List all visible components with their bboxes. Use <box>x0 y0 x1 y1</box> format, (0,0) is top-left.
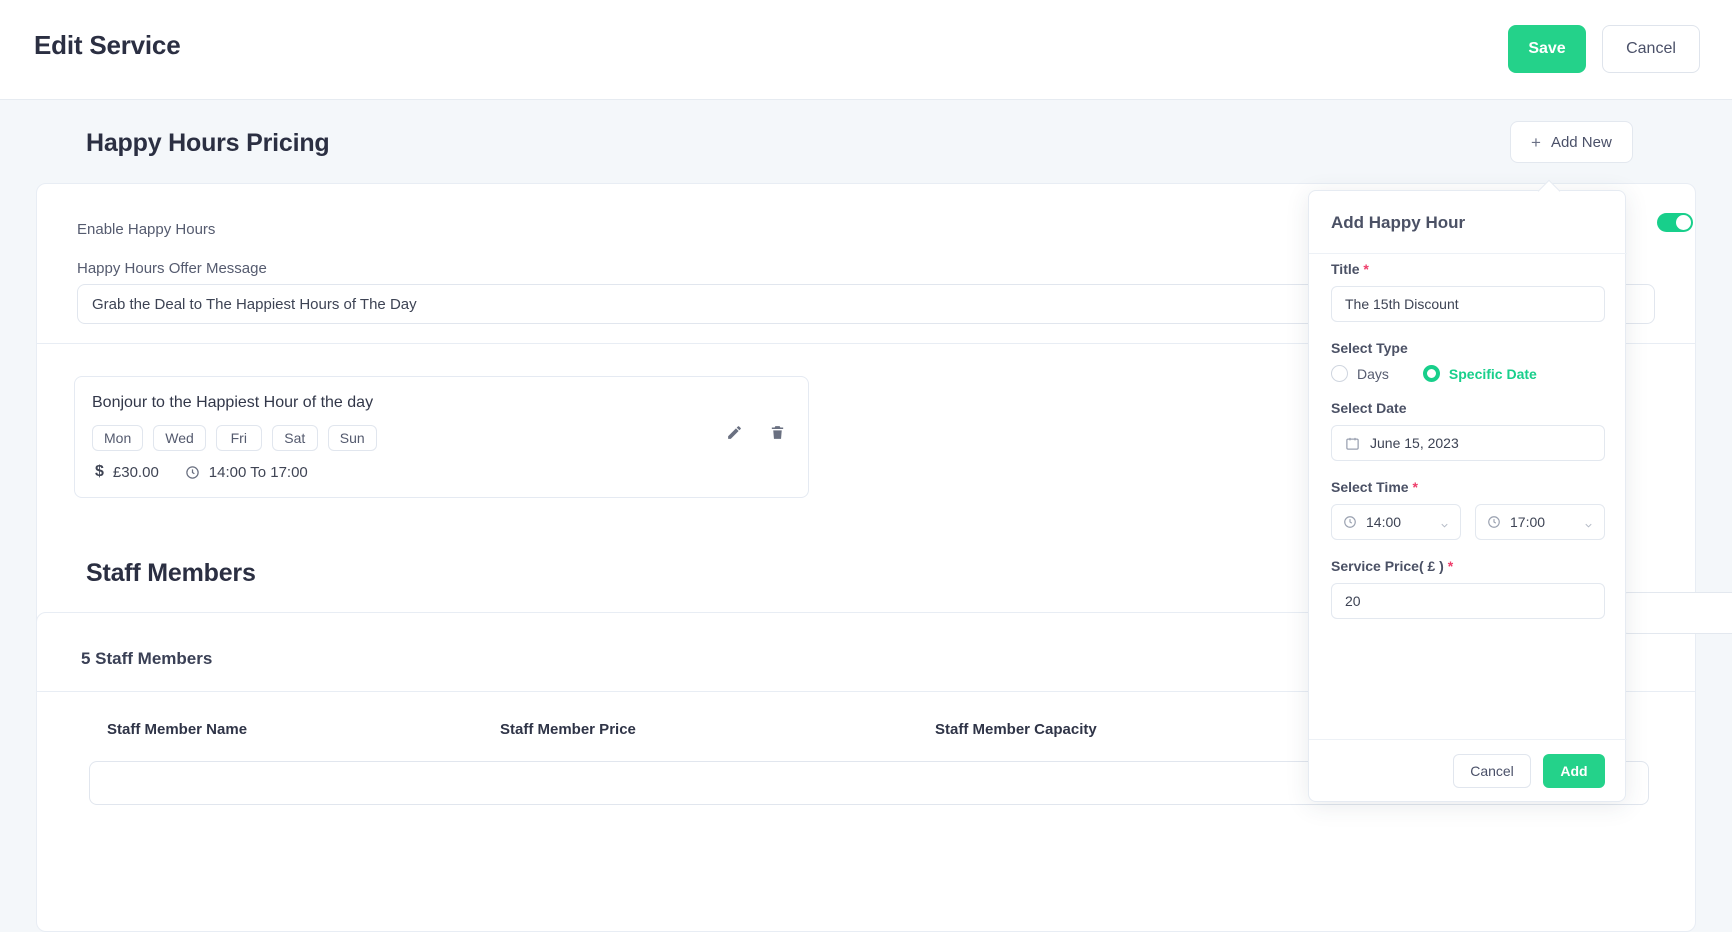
select-time-group: Select Time * 14:00 17:00 <box>1331 479 1605 540</box>
chevron-down-icon <box>1439 518 1450 534</box>
clock-icon <box>185 465 200 480</box>
select-type-label: Select Type <box>1331 340 1408 356</box>
plus-icon: + <box>1531 132 1541 152</box>
day-chip[interactable]: Fri <box>215 425 262 451</box>
trash-icon[interactable] <box>769 424 786 441</box>
select-time-label: Select Time * <box>1331 479 1418 495</box>
popover-footer: Cancel Add <box>1309 739 1627 801</box>
happy-hour-price: $ £30.00 <box>95 463 159 481</box>
add-new-staff-member-button[interactable] <box>1620 592 1732 634</box>
happy-hour-entry-actions <box>726 424 786 441</box>
radio-specific-date-label: Specific Date <box>1448 365 1537 382</box>
staff-members-title: Staff Members <box>86 558 256 587</box>
happy-hour-days: Mon Wed Fri Sat Sun <box>92 425 377 451</box>
price-value: £30.00 <box>112 463 159 481</box>
radio-unselected-icon <box>1331 365 1348 382</box>
service-price-label: Service Price( £ ) * <box>1331 558 1454 574</box>
required-marker: * <box>1447 558 1454 574</box>
day-chip[interactable]: Sun <box>327 425 377 451</box>
column-staff-member-capacity: Staff Member Capacity <box>935 720 1097 738</box>
select-date-label: Select Date <box>1331 400 1407 416</box>
required-marker: * <box>1412 479 1418 495</box>
select-date-group: Select Date June 15, 2023 <box>1331 400 1605 461</box>
cancel-button[interactable]: Cancel <box>1602 25 1700 73</box>
happy-hours-title: Happy Hours Pricing <box>86 128 330 157</box>
popover-add-button[interactable]: Add <box>1543 753 1605 788</box>
pencil-icon[interactable] <box>726 424 743 441</box>
time-from-value: 14:00 <box>1366 514 1402 530</box>
title-field-label: Title * <box>1331 261 1369 277</box>
popover-title: Add Happy Hour <box>1331 213 1466 232</box>
clock-icon <box>1487 515 1501 529</box>
add-happy-hour-popover: Add Happy Hour Title * The 15th Discount… <box>1308 179 1627 802</box>
popover-cancel-button[interactable]: Cancel <box>1453 753 1531 788</box>
time-to-select[interactable]: 17:00 <box>1475 504 1605 540</box>
select-date-value: June 15, 2023 <box>1370 435 1459 451</box>
day-chip[interactable]: Sat <box>271 425 318 451</box>
enable-happy-hours-toggle[interactable] <box>1657 213 1693 232</box>
radio-specific-date[interactable]: Specific Date <box>1422 365 1537 382</box>
add-new-label: Add New <box>1550 133 1612 151</box>
header-actions: Save Cancel <box>1508 25 1700 73</box>
title-field-group: Title * The 15th Discount <box>1331 261 1605 322</box>
happy-hour-entry-title: Bonjour to the Happiest Hour of the day <box>92 394 374 411</box>
title-input[interactable]: The 15th Discount <box>1331 286 1605 322</box>
service-price-group: Service Price( £ ) * 20 <box>1331 558 1605 619</box>
required-marker: * <box>1363 261 1369 277</box>
add-new-happy-hour-button[interactable]: + Add New <box>1510 121 1633 163</box>
happy-hours-section-header: Happy Hours Pricing + Add New <box>0 117 1732 169</box>
time-to-value: 17:00 <box>1510 514 1546 530</box>
time-range-value: 14:00 To 17:00 <box>208 463 308 481</box>
day-chip[interactable]: Wed <box>153 425 206 451</box>
select-type-radios: Days Specific Date <box>1331 365 1605 382</box>
radio-selected-icon <box>1422 365 1440 382</box>
day-chip[interactable]: Mon <box>92 425 144 451</box>
enable-happy-hours-label: Enable Happy Hours <box>77 221 216 238</box>
happy-hour-entry: Bonjour to the Happiest Hour of the day … <box>74 376 809 498</box>
radio-days[interactable]: Days <box>1331 365 1389 382</box>
popover-header-divider <box>1309 253 1627 254</box>
popover-form: Title * The 15th Discount Select Type Da… <box>1331 261 1605 637</box>
happy-hour-meta: $ £30.00 14:00 To 17:00 <box>95 463 308 481</box>
column-staff-member-price: Staff Member Price <box>500 720 636 738</box>
select-type-group: Select Type Days Specific Date <box>1331 340 1605 382</box>
time-from-select[interactable]: 14:00 <box>1331 504 1461 540</box>
dollar-icon: $ <box>95 463 104 480</box>
service-price-input[interactable]: 20 <box>1331 583 1605 619</box>
save-button[interactable]: Save <box>1508 25 1586 73</box>
happy-hour-time: 14:00 To 17:00 <box>185 464 308 481</box>
page-title: Edit Service <box>34 30 181 60</box>
toggle-knob <box>1676 215 1691 230</box>
radio-days-label: Days <box>1357 365 1389 382</box>
app-header: Edit Service Save Cancel <box>0 0 1732 100</box>
column-staff-member-name: Staff Member Name <box>107 720 248 738</box>
offer-message-label: Happy Hours Offer Message <box>77 260 267 277</box>
time-range-row: 14:00 17:00 <box>1331 504 1605 540</box>
staff-members-count: 5 Staff Members <box>81 649 213 668</box>
clock-icon <box>1343 515 1357 529</box>
select-date-input[interactable]: June 15, 2023 <box>1331 425 1605 461</box>
chevron-down-icon <box>1583 518 1594 534</box>
calendar-icon <box>1345 436 1360 451</box>
